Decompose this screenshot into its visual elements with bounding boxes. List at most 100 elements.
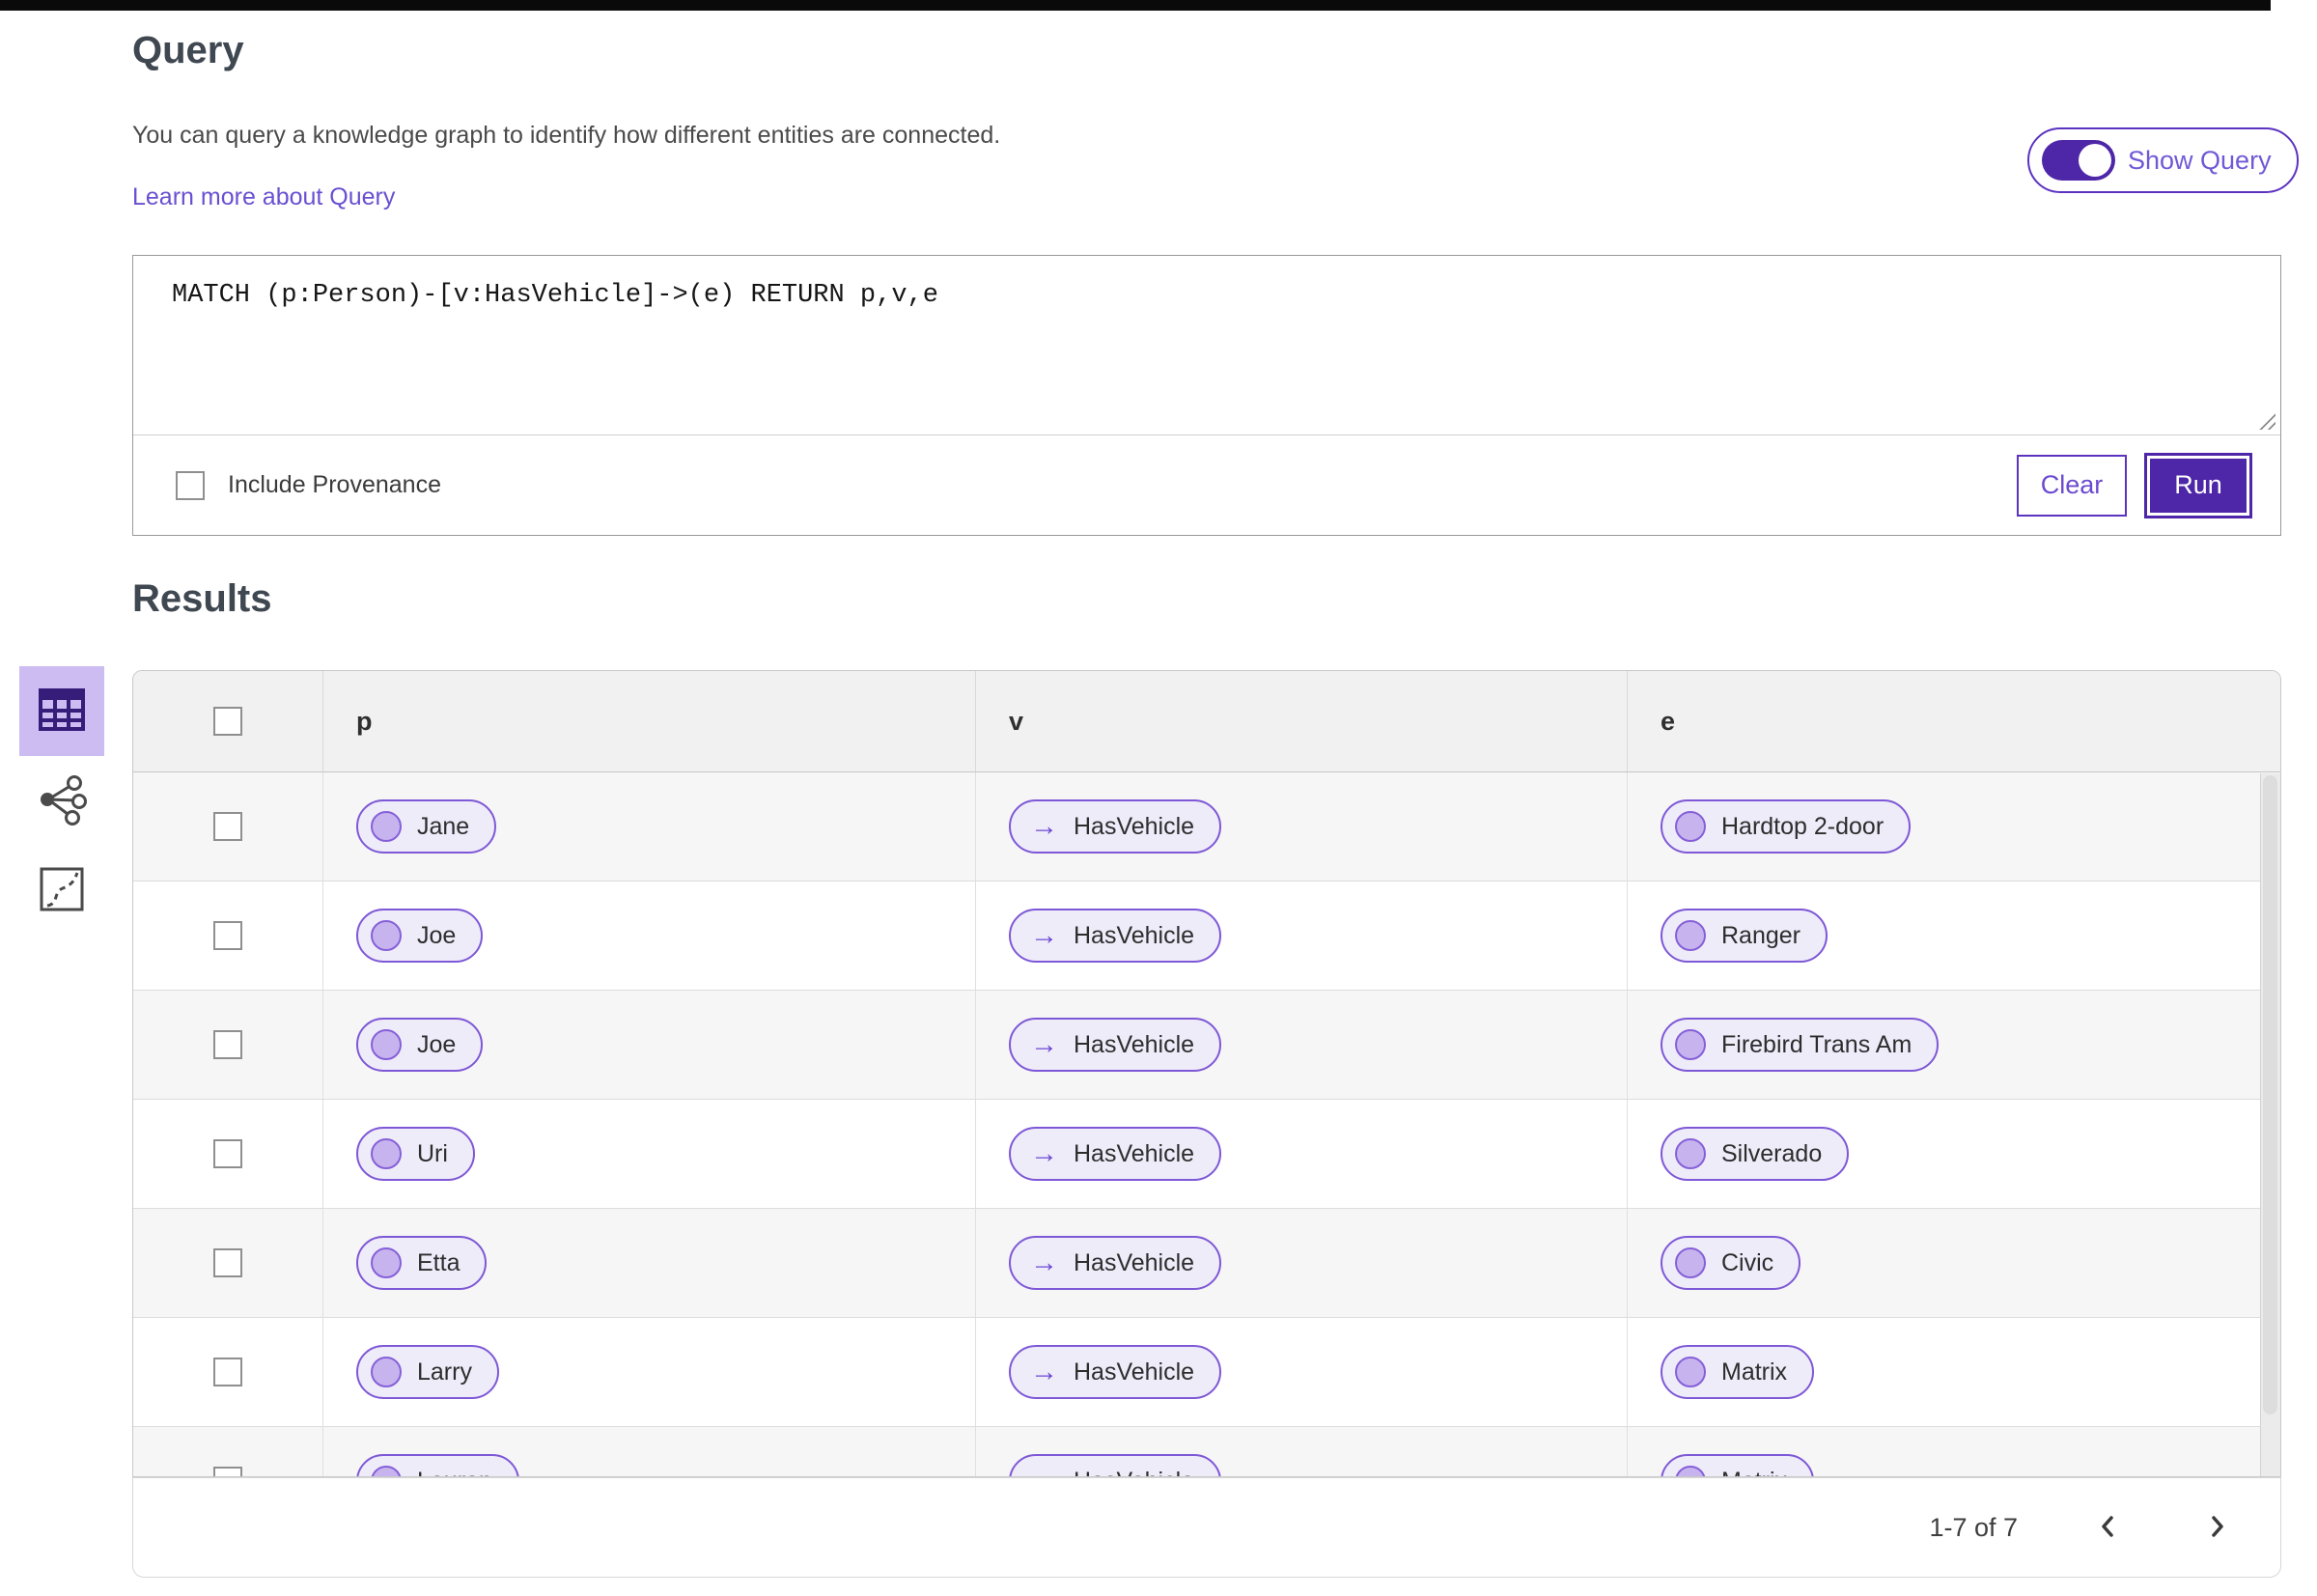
cell-v: → HasVehicle: [976, 991, 1628, 1099]
select-all-checkbox[interactable]: [213, 707, 242, 736]
row-checkbox-cell: [133, 991, 323, 1099]
relation-label: HasVehicle: [1074, 1358, 1195, 1386]
row-checkbox[interactable]: [213, 921, 242, 950]
relation-label: HasVehicle: [1074, 1248, 1195, 1276]
relation-label: HasVehicle: [1074, 1030, 1195, 1058]
entity-chip[interactable]: Silverado: [1661, 1127, 1850, 1181]
entity-label: Matrix: [1721, 1468, 1787, 1477]
cell-v: → HasVehicle: [976, 1209, 1628, 1317]
entity-node-icon: [371, 811, 402, 842]
query-input[interactable]: MATCH (p:Person)-[v:HasVehicle]->(e) RET…: [133, 256, 2280, 434]
prev-page-button[interactable]: [2091, 1509, 2126, 1547]
cell-e: Ranger: [1628, 882, 2280, 990]
cell-p: Larry: [323, 1318, 976, 1426]
cell-v: → HasVehicle: [976, 1318, 1628, 1426]
relation-chip[interactable]: → HasVehicle: [1009, 1236, 1222, 1290]
row-checkbox[interactable]: [213, 1030, 242, 1059]
show-query-toggle[interactable]: Show Query: [2027, 127, 2299, 193]
run-button[interactable]: Run: [2147, 455, 2249, 516]
table-row: Lauren → HasVehicle Matrix: [133, 1427, 2280, 1477]
cell-p: Joe: [323, 882, 976, 990]
relation-arrow-icon: →: [1030, 1137, 1058, 1169]
entity-label: Hardtop 2-door: [1721, 812, 1884, 840]
relation-arrow-icon: →: [1030, 1467, 1058, 1476]
cell-p: Jane: [323, 772, 976, 881]
relation-arrow-icon: →: [1030, 1028, 1058, 1060]
table-scrollbar[interactable]: [2260, 773, 2280, 1476]
chevron-left-icon: [2095, 1513, 2122, 1543]
entity-chip[interactable]: Jane: [356, 799, 497, 854]
entity-chip[interactable]: Civic: [1661, 1236, 1801, 1290]
diagram-view-button[interactable]: [19, 846, 104, 936]
entity-label: Firebird Trans Am: [1721, 1030, 1912, 1058]
scrollbar-thumb[interactable]: [2263, 775, 2277, 1415]
relation-chip[interactable]: → HasVehicle: [1009, 1454, 1222, 1476]
relation-chip[interactable]: → HasVehicle: [1009, 1127, 1222, 1181]
entity-node-icon: [1675, 1138, 1706, 1169]
row-checkbox-cell: [133, 1100, 323, 1208]
entity-chip[interactable]: Ranger: [1661, 909, 1828, 963]
table-row: Jane → HasVehicle Hardtop 2-door: [133, 772, 2280, 882]
clear-button[interactable]: Clear: [2017, 454, 2127, 517]
entity-chip[interactable]: Joe: [356, 909, 484, 963]
entity-node-icon: [1675, 1357, 1706, 1387]
relation-chip[interactable]: → HasVehicle: [1009, 799, 1222, 854]
row-checkbox[interactable]: [213, 1467, 242, 1476]
entity-chip[interactable]: Matrix: [1661, 1454, 1815, 1477]
entity-label: Civic: [1721, 1248, 1774, 1276]
cell-e: Matrix: [1628, 1318, 2280, 1426]
row-checkbox[interactable]: [213, 812, 242, 841]
row-checkbox-cell: [133, 1209, 323, 1317]
learn-more-link[interactable]: Learn more about Query: [132, 183, 395, 211]
column-header-v: v: [976, 671, 1628, 771]
query-editor-footer: Include Provenance Clear Run: [133, 434, 2280, 535]
relation-label: HasVehicle: [1074, 812, 1195, 840]
cell-v: → HasVehicle: [976, 772, 1628, 881]
entity-label: Larry: [417, 1358, 472, 1386]
graph-view-button[interactable]: [19, 756, 104, 846]
table-row: Larry → HasVehicle Matrix: [133, 1318, 2280, 1427]
table-view-button[interactable]: [19, 666, 104, 756]
entity-node-icon: [371, 920, 402, 951]
results-table: p v e Jane → HasVehicle Hardtop 2-door Joe → H…: [132, 670, 2281, 1477]
relation-chip[interactable]: → HasVehicle: [1009, 909, 1222, 963]
entity-chip[interactable]: Joe: [356, 1018, 484, 1072]
row-checkbox-cell: [133, 772, 323, 881]
entity-chip[interactable]: Lauren: [356, 1454, 519, 1476]
entity-node-icon: [1675, 811, 1706, 842]
toggle-switch-icon[interactable]: [2042, 140, 2115, 181]
row-checkbox[interactable]: [213, 1139, 242, 1168]
relation-chip[interactable]: → HasVehicle: [1009, 1018, 1222, 1072]
relation-arrow-icon: →: [1030, 919, 1058, 951]
toggle-knob: [2079, 144, 2111, 177]
entity-chip[interactable]: Hardtop 2-door: [1661, 799, 1912, 854]
entity-label: Silverado: [1721, 1139, 1823, 1167]
table-row: Uri → HasVehicle Silverado: [133, 1100, 2280, 1209]
cell-e: Silverado: [1628, 1100, 2280, 1208]
row-checkbox-cell: [133, 1318, 323, 1426]
cell-e: Matrix: [1628, 1427, 2280, 1477]
chevron-right-icon: [2203, 1513, 2230, 1543]
entity-label: Jane: [417, 812, 470, 840]
relation-chip[interactable]: → HasVehicle: [1009, 1345, 1222, 1399]
entity-node-icon: [371, 1138, 402, 1169]
pagination-range-label: 1-7 of 7: [1929, 1512, 2018, 1542]
window-top-edge: [0, 0, 2271, 11]
row-checkbox[interactable]: [213, 1358, 242, 1386]
entity-label: Joe: [417, 1030, 457, 1058]
entity-chip[interactable]: Matrix: [1661, 1345, 1815, 1399]
row-checkbox[interactable]: [213, 1248, 242, 1277]
entity-chip[interactable]: Uri: [356, 1127, 475, 1181]
entity-chip[interactable]: Larry: [356, 1345, 499, 1399]
entity-chip[interactable]: Etta: [356, 1236, 488, 1290]
row-checkbox-cell: [133, 882, 323, 990]
table-header-row: p v e: [133, 671, 2280, 772]
entity-label: Matrix: [1721, 1358, 1788, 1386]
include-provenance-checkbox[interactable]: [176, 470, 205, 500]
network-icon: [35, 772, 89, 829]
cell-p: Etta: [323, 1209, 976, 1317]
next-page-button[interactable]: [2199, 1509, 2234, 1547]
entity-chip[interactable]: Firebird Trans Am: [1661, 1018, 1940, 1072]
entity-label: Ranger: [1721, 921, 1801, 949]
entity-node-icon: [371, 1029, 402, 1060]
